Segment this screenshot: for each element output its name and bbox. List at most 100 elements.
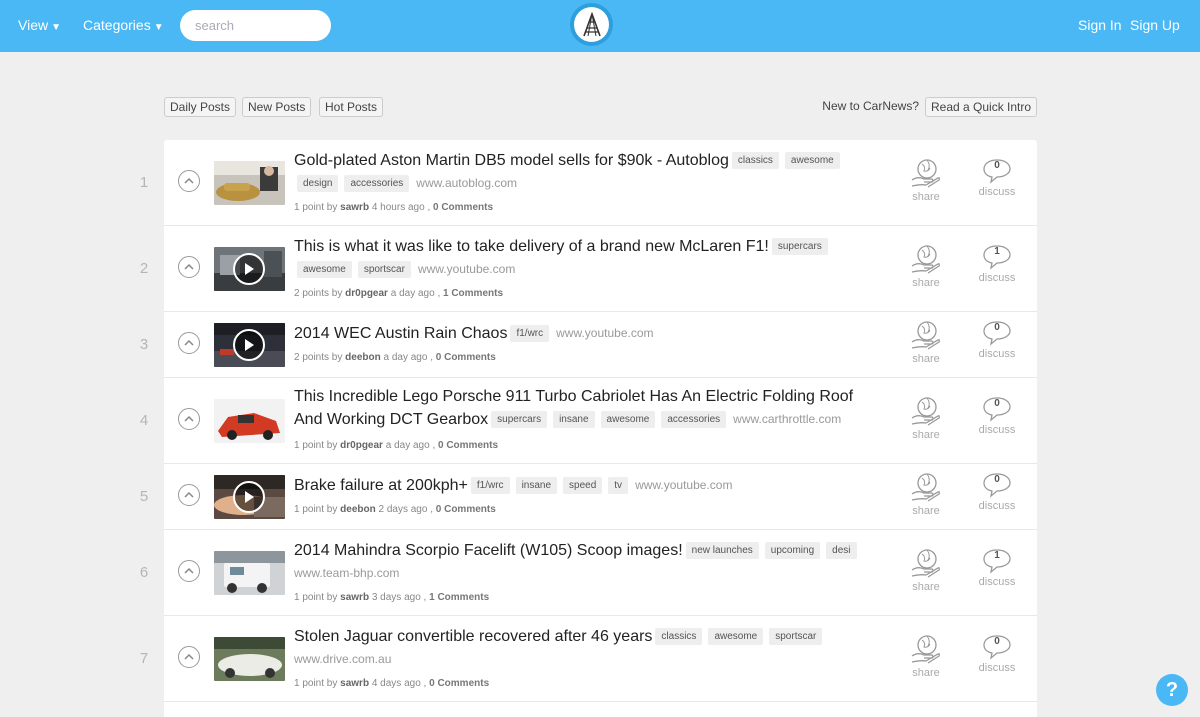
post-thumbnail[interactable]: [214, 551, 285, 595]
discuss-label: discuss: [978, 662, 1016, 674]
post-tag[interactable]: awesome: [784, 152, 840, 169]
post-tag[interactable]: sportscar: [357, 261, 411, 278]
post-points: 1 point by: [294, 202, 338, 213]
post-tag[interactable]: desi: [826, 542, 857, 559]
upvote-button[interactable]: [178, 256, 200, 278]
upvote-button[interactable]: [178, 332, 200, 354]
post-row-partial: [164, 702, 1037, 717]
post-title-link[interactable]: Stolen Jaguar convertible recovered afte…: [294, 628, 652, 645]
post-tag[interactable]: awesome: [600, 411, 656, 428]
post-tag[interactable]: accessories: [661, 411, 727, 428]
post-meta: 1 point by dr0pgear a day ago , 0 Commen…: [294, 440, 498, 451]
post-domain[interactable]: www.autoblog.com: [416, 172, 517, 194]
post-thumbnail[interactable]: [214, 475, 285, 519]
discuss-button[interactable]: 0 discuss: [975, 320, 1019, 360]
share-button[interactable]: share: [904, 244, 948, 289]
post-tag[interactable]: f1/wrc: [470, 477, 510, 494]
search-input[interactable]: [180, 10, 331, 41]
post-thumbnail[interactable]: [214, 247, 285, 291]
post-tag[interactable]: accessories: [344, 175, 410, 192]
post-tag[interactable]: tv: [608, 477, 629, 494]
view-menu[interactable]: View ▼: [18, 17, 61, 33]
post-domain[interactable]: www.team-bhp.com: [294, 562, 399, 584]
post-tag[interactable]: classics: [655, 628, 703, 645]
help-button[interactable]: ?: [1156, 674, 1188, 706]
post-comments-link[interactable]: 0 Comments: [433, 202, 493, 213]
post-tag[interactable]: insane: [553, 411, 595, 428]
post-tag[interactable]: classics: [731, 152, 779, 169]
post-tag[interactable]: supercars: [491, 411, 548, 428]
post-tag[interactable]: sportscar: [769, 628, 823, 645]
post-domain[interactable]: www.youtube.com: [418, 258, 515, 280]
post-comments-link[interactable]: 0 Comments: [436, 352, 496, 363]
post-title-link[interactable]: 2014 Mahindra Scorpio Facelift (W105) Sc…: [294, 542, 683, 559]
post-comments-link[interactable]: 1 Comments: [429, 592, 489, 603]
site-logo[interactable]: [570, 3, 613, 46]
share-globe-icon: [911, 245, 940, 274]
post-tag[interactable]: awesome: [708, 628, 764, 645]
share-button[interactable]: share: [904, 634, 948, 679]
post-content: 2014 Mahindra Scorpio Facelift (W105) Sc…: [294, 540, 894, 603]
upvote-button[interactable]: [178, 560, 200, 582]
upvote-button[interactable]: [178, 484, 200, 506]
post-thumbnail[interactable]: [214, 399, 285, 443]
new-posts-button[interactable]: New Posts: [242, 97, 312, 117]
post-domain[interactable]: www.carthrottle.com: [733, 408, 841, 430]
post-author[interactable]: sawrb: [340, 202, 369, 213]
post-tag[interactable]: awesome: [297, 261, 352, 278]
share-button[interactable]: share: [904, 472, 948, 517]
post-meta: 1 point by sawrb 4 days ago , 0 Comments: [294, 678, 489, 689]
quick-intro-button[interactable]: Read a Quick Intro: [925, 97, 1038, 117]
post-comments-link[interactable]: 0 Comments: [429, 678, 489, 689]
discuss-button[interactable]: 1 discuss: [975, 244, 1019, 284]
post-comments-link[interactable]: 0 Comments: [436, 504, 496, 515]
share-button[interactable]: share: [904, 548, 948, 593]
categories-menu[interactable]: Categories ▼: [83, 17, 164, 33]
comment-bubble: 0: [982, 158, 1012, 184]
post-tag[interactable]: insane: [515, 477, 558, 494]
post-author[interactable]: dr0pgear: [340, 440, 383, 451]
post-comments-link[interactable]: 1 Comments: [443, 288, 503, 299]
post-tag[interactable]: design: [297, 175, 339, 192]
post-tag[interactable]: supercars: [771, 238, 828, 255]
share-button[interactable]: share: [904, 158, 948, 203]
post-author[interactable]: deebon: [340, 504, 376, 515]
post-thumbnail[interactable]: [214, 637, 285, 681]
upvote-button[interactable]: [178, 646, 200, 668]
discuss-button[interactable]: 0 discuss: [975, 158, 1019, 198]
discuss-button[interactable]: 1 discuss: [975, 548, 1019, 588]
post-title-link[interactable]: Gold-plated Aston Martin DB5 model sells…: [294, 152, 729, 169]
post-title-line: Brake failure at 200kph+ f1/wrc insane spee…: [294, 474, 894, 497]
post-thumbnail[interactable]: [214, 161, 285, 205]
sign-in-link[interactable]: Sign In: [1078, 17, 1122, 33]
post-tag[interactable]: upcoming: [764, 542, 821, 559]
upvote-button[interactable]: [178, 408, 200, 430]
sign-up-link[interactable]: Sign Up: [1130, 17, 1180, 33]
post-domain[interactable]: www.youtube.com: [635, 474, 732, 496]
post-tag[interactable]: new launches: [685, 542, 759, 559]
share-button[interactable]: share: [904, 396, 948, 441]
hot-posts-button[interactable]: Hot Posts: [319, 97, 384, 117]
post-tag[interactable]: f1/wrc: [510, 325, 550, 342]
post-title-link[interactable]: 2014 WEC Austin Rain Chaos: [294, 325, 507, 342]
post-author[interactable]: deebon: [345, 352, 381, 363]
post-tag[interactable]: speed: [563, 477, 603, 494]
post-row: 4 This Incredible Lego Porsche 911 Turbo …: [140, 378, 1037, 464]
post-comments-link[interactable]: 0 Comments: [438, 440, 498, 451]
share-button[interactable]: share: [904, 320, 948, 365]
post-author[interactable]: sawrb: [340, 678, 369, 689]
post-rank: 1: [139, 174, 149, 191]
post-domain[interactable]: www.drive.com.au: [294, 648, 391, 670]
discuss-button[interactable]: 0 discuss: [975, 634, 1019, 674]
post-title-link[interactable]: Brake failure at 200kph+: [294, 477, 468, 494]
discuss-button[interactable]: 0 discuss: [975, 472, 1019, 512]
post-thumbnail[interactable]: [214, 323, 285, 367]
post-tags-line: www.team-bhp.com: [294, 562, 894, 585]
post-domain[interactable]: www.youtube.com: [556, 322, 653, 344]
upvote-button[interactable]: [178, 170, 200, 192]
daily-posts-button[interactable]: Daily Posts: [164, 97, 237, 117]
post-author[interactable]: dr0pgear: [345, 288, 388, 299]
post-author[interactable]: sawrb: [340, 592, 369, 603]
discuss-button[interactable]: 0 discuss: [975, 396, 1019, 436]
post-title-link[interactable]: This is what it was like to take deliver…: [294, 238, 769, 255]
